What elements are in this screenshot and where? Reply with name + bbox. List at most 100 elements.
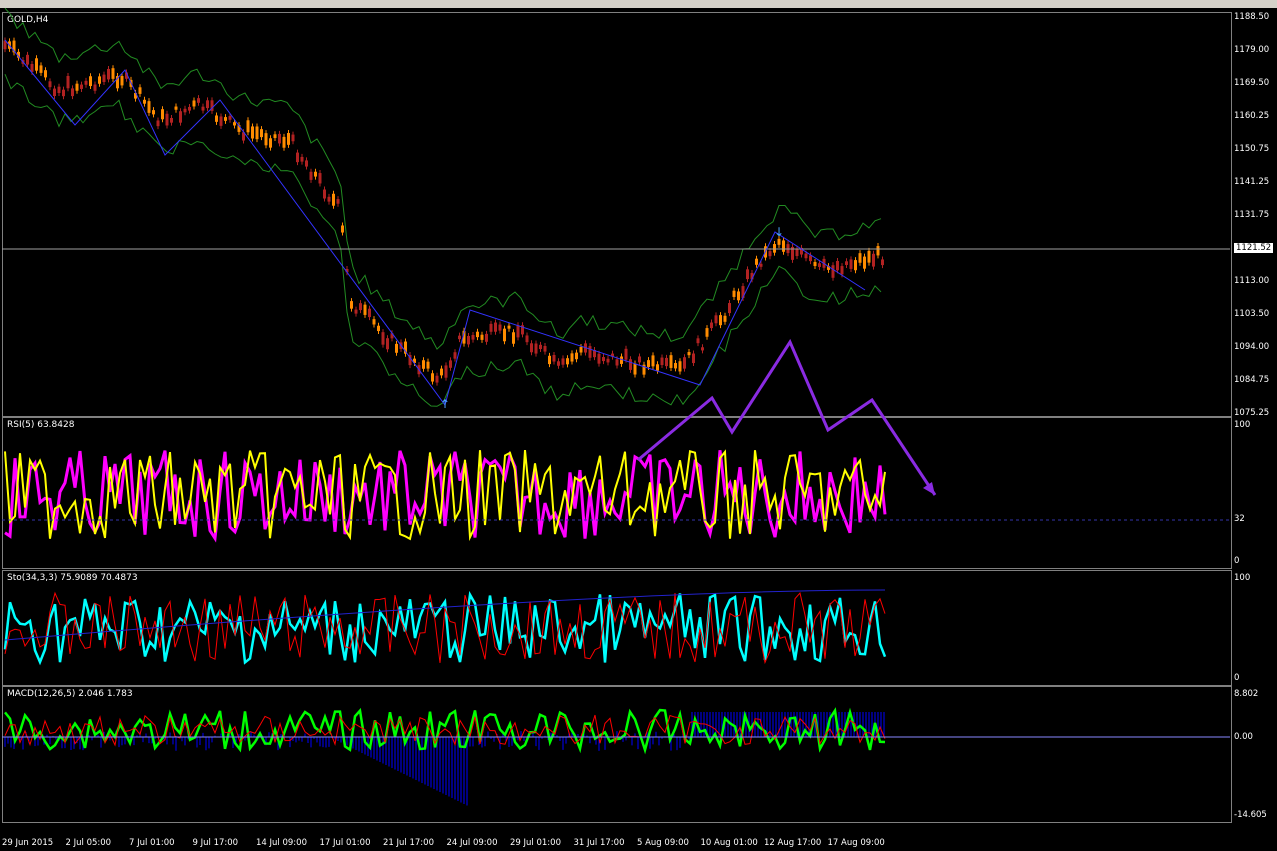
axis-label-pa: 1179.00: [1234, 45, 1270, 55]
candle-body: [678, 361, 682, 372]
candle-body: [219, 116, 223, 126]
axis-label-pa: 1141.25: [1234, 177, 1270, 187]
time-label: 12 Aug 17:00: [764, 838, 822, 848]
candle-body: [363, 304, 367, 315]
candle-body: [683, 357, 686, 369]
axis-label-pa: 1169.50: [1234, 78, 1270, 88]
candle-body: [809, 255, 812, 262]
bollinger-lower: [4, 73, 882, 407]
candle-body: [615, 359, 619, 366]
candle-body: [102, 74, 106, 83]
candle-body: [26, 54, 29, 65]
candle-body: [660, 357, 664, 366]
candle-body: [710, 322, 713, 329]
axis-label-pa: 1188.50: [1234, 12, 1270, 22]
candle-body: [548, 355, 551, 365]
candle-body: [633, 363, 637, 375]
candle-body: [44, 70, 47, 78]
candle-body: [867, 250, 871, 263]
candle-body: [107, 68, 110, 80]
candle-body: [858, 253, 862, 263]
candle-body: [881, 259, 884, 266]
candle-body: [314, 171, 317, 177]
candle-body: [534, 343, 538, 354]
macd-axis-label: 8.802: [1234, 689, 1259, 699]
candle-body: [305, 160, 308, 167]
candle-body: [291, 134, 295, 142]
candle-body: [300, 156, 304, 162]
candle-body: [651, 355, 655, 367]
candle-body: [728, 303, 731, 314]
candle-body: [260, 129, 263, 138]
candle-body: [872, 253, 875, 267]
time-label: 14 Jul 09:00: [256, 838, 307, 848]
candle-body: [467, 335, 470, 345]
candle-body: [602, 357, 605, 362]
time-axis: 29 Jun 2015 2 Jul 05:00 7 Jul 01:00 9 Jul 1…: [0, 836, 1230, 851]
candle-body: [795, 248, 799, 257]
candle-body: [57, 86, 61, 93]
candle-body: [732, 290, 736, 297]
candle-body: [89, 76, 92, 87]
candle-body: [854, 260, 857, 271]
candle-body: [561, 358, 565, 365]
candle-body: [93, 84, 97, 91]
candle-body: [629, 359, 632, 370]
candle-body: [719, 315, 722, 326]
candle-body: [647, 360, 650, 367]
candle-body: [539, 344, 542, 350]
candle-body: [246, 120, 250, 133]
candle-body: [845, 261, 848, 265]
candle-body: [372, 319, 376, 325]
candle-body: [296, 152, 299, 163]
candle-body: [215, 115, 218, 122]
candle-body: [228, 116, 232, 120]
candle-body: [188, 106, 191, 111]
candle-body: [831, 265, 835, 278]
bollinger-upper: [4, 7, 882, 350]
candle-body: [701, 347, 704, 351]
candle-body: [453, 352, 457, 359]
candle-body: [669, 355, 673, 368]
macd-signal: [4, 714, 886, 747]
candle-body: [687, 352, 691, 356]
axis-label-pa: 1150.75: [1234, 144, 1270, 154]
time-label: 9 Jul 17:00: [192, 838, 239, 848]
candle-body: [35, 58, 38, 71]
candle-body: [233, 122, 236, 126]
candle-body: [224, 117, 227, 121]
candle-body: [422, 360, 425, 369]
candle-body: [336, 199, 340, 204]
candle-body: [53, 88, 56, 97]
candle-body: [543, 346, 547, 352]
candle-body: [507, 325, 511, 329]
candle-body: [165, 113, 169, 126]
axis-label-pa: 1131.75: [1234, 210, 1270, 220]
candle-body: [386, 338, 389, 350]
candle-body: [876, 246, 880, 256]
candle-body: [480, 334, 484, 340]
candle-body: [368, 308, 371, 318]
candle-body: [62, 89, 65, 97]
candle-body: [818, 263, 821, 267]
candle-body: [440, 368, 443, 376]
candle-body: [170, 117, 173, 123]
candle-body: [804, 253, 808, 259]
up-arrow-icon: ↑: [440, 397, 450, 411]
axis-label-pa: 1160.25: [1234, 111, 1270, 121]
rsi-axis-label: 32: [1234, 514, 1245, 524]
sto-axis-label: 100: [1234, 573, 1251, 583]
candle-body: [273, 134, 277, 139]
candle-body: [530, 343, 533, 353]
macd-axis-label: 0.00: [1234, 732, 1253, 742]
axis-label-pa: 1084.75: [1234, 375, 1270, 385]
candle-body: [696, 338, 700, 344]
candle-body: [606, 358, 610, 363]
candle-body: [723, 315, 727, 322]
candle-body: [444, 365, 448, 378]
candle-body: [840, 266, 844, 275]
candle-body: [332, 193, 335, 206]
candle-body: [161, 109, 164, 120]
candle-body: [39, 65, 43, 73]
candle-body: [395, 343, 398, 353]
